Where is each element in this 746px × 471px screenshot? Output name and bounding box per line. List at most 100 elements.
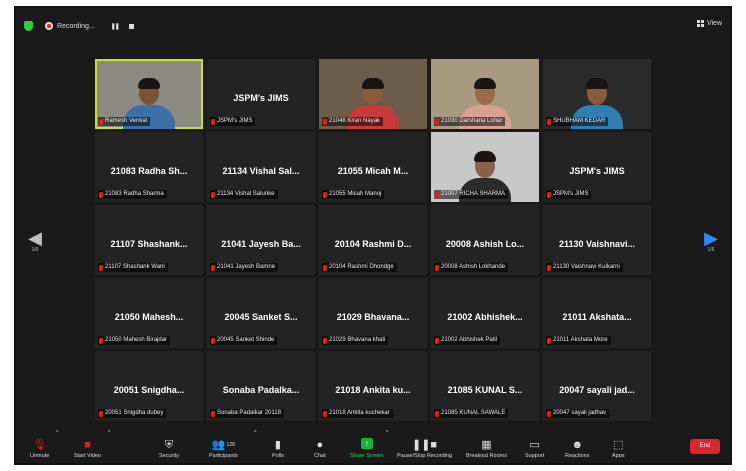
participant-tile[interactable]: 21134 Vishal Sal... 21134 Vishal Salunke — [207, 132, 315, 202]
muted-mic-icon — [323, 264, 327, 271]
participants-button[interactable]: 👥128 Participants — [209, 438, 238, 459]
participant-name-tag: 21134 Vishal Salunke — [210, 190, 278, 199]
top-bar: Recording... ❚❚ View — [16, 8, 730, 44]
participant-tile[interactable]: SHUBHAM KEDAR — [543, 59, 651, 129]
pause-recording-icon[interactable]: ❚❚ — [111, 23, 120, 30]
security-button[interactable]: ⛨ Security — [159, 438, 179, 459]
muted-mic-icon — [211, 191, 215, 198]
muted-mic-icon — [99, 118, 103, 125]
participant-display-name: 20045 Sanket S... — [224, 312, 298, 322]
muted-mic-icon — [99, 264, 103, 271]
participant-tile[interactable]: JSPM's JIMS JSPM's JIMS — [207, 59, 315, 129]
participant-tile[interactable]: 21041 Jayesh Ba... 21041 Jayesh Bamne — [207, 205, 315, 275]
participant-display-name: JSPM's JIMS — [569, 166, 625, 176]
participant-display-name: 20104 Rashmi D... — [334, 239, 412, 249]
participant-name-label: 20045 Sanket Shinde — [217, 337, 275, 343]
participant-tile[interactable]: JSPM's JIMS JSPM's JIMS — [543, 132, 651, 202]
video-options-caret[interactable]: ^ — [108, 430, 110, 436]
chat-button[interactable]: ● Chat — [314, 438, 326, 459]
start-video-button[interactable]: ■ Start Video — [74, 438, 101, 459]
muted-mic-icon — [435, 337, 439, 344]
participant-tile[interactable]: 21050 Mahesh... 21050 Mahesh Birajdar — [95, 278, 203, 348]
start-video-label: Start Video — [74, 453, 102, 459]
view-button[interactable]: View — [696, 20, 722, 27]
support-button[interactable]: ▭ Support — [525, 438, 544, 459]
participant-tile[interactable]: 21130 Vaishnavi... 21130 Vaishnavi Kulkar… — [543, 205, 651, 275]
participant-name-label: 21085 KUNAL SAWALE — [441, 410, 506, 416]
participant-display-name: 21050 Mahesh... — [114, 312, 184, 322]
page-indicator-right: 1/6 — [707, 247, 715, 253]
participant-name-tag: 21083 Radha Sharma — [98, 190, 167, 199]
participant-display-name: 21002 Abhishek... — [447, 312, 523, 322]
muted-mic-icon — [99, 410, 103, 417]
apps-label: Apps — [612, 453, 625, 459]
muted-mic-icon — [211, 264, 215, 271]
participant-name-label: Sonaba Padalkar 20118 — [217, 410, 281, 416]
share-options-caret[interactable]: ^ — [386, 430, 388, 436]
participant-display-name: 21085 KUNAL S... — [447, 385, 523, 395]
participant-name-tag: SHUBHAM KEDAR — [546, 117, 609, 126]
participant-tile[interactable]: 20045 Sanket S... 20045 Sanket Shinde — [207, 278, 315, 348]
participant-tile[interactable]: 20008 Ashish Lo... 20008 Ashish Lokhande — [431, 205, 539, 275]
view-label: View — [706, 20, 722, 27]
participant-name-tag: JSPM's JIMS — [546, 190, 592, 199]
security-label: Security — [159, 453, 179, 459]
participant-tile[interactable]: 21007 RICHA SHARMA — [431, 132, 539, 202]
page-indicator-left: 1/6 — [31, 247, 39, 253]
participant-tile[interactable]: 20047 sayali jad... 20047 sayali jadhav — [543, 351, 651, 421]
participant-tile[interactable]: 21011 Akshata... 21011 Akshata More — [543, 278, 651, 348]
previous-page-button[interactable]: ◀ 1/6 — [25, 229, 45, 253]
participant-name-label: 21007 RICHA SHARMA — [441, 191, 506, 197]
participant-name-tag: 20104 Rashmi Dhondge — [322, 263, 397, 272]
breakout-rooms-button[interactable]: ▦ Breakout Rooms — [466, 438, 507, 459]
muted-mic-icon — [99, 337, 103, 344]
apps-button[interactable]: ⬚ Apps — [612, 438, 625, 459]
participant-name-tag: 21130 Vaishnavi Kulkarni — [546, 263, 623, 272]
participant-tile[interactable]: 21055 Micah M... 21055 Micah Manoj — [319, 132, 427, 202]
participants-options-caret[interactable]: ^ — [254, 430, 256, 436]
participant-tile[interactable]: 21107 Shashank... 21107 Shashank Wani — [95, 205, 203, 275]
participant-tile[interactable]: Sonaba Padalka... Sonaba Padalkar 20118 — [207, 351, 315, 421]
participant-gallery: Ramesh Venkat JSPM's JIMS JSPM's JIMS 21048… — [95, 59, 651, 424]
muted-mic-icon — [547, 337, 551, 344]
participant-tile[interactable]: 21048 Kiran Nayak — [319, 59, 427, 129]
participant-name-tag: 21007 RICHA SHARMA — [434, 190, 509, 199]
participant-tile[interactable]: 21018 Ankita ku... 21018 Ankita kuchekar — [319, 351, 427, 421]
end-meeting-button[interactable]: End — [690, 439, 720, 454]
participant-tile[interactable]: 21083 Radha Sh... 21083 Radha Sharma — [95, 132, 203, 202]
polls-button[interactable]: ▮ Polls — [272, 438, 284, 459]
participant-tile[interactable]: 21002 Abhishek... 21002 Abhishek Patil — [431, 278, 539, 348]
participant-name-label: 20047 sayali jadhav — [553, 410, 607, 416]
polls-icon: ▮ — [274, 439, 281, 451]
pause-stop-recording-button[interactable]: ❚❚■ Pause/Stop Recording — [397, 438, 452, 459]
audio-options-caret[interactable]: ^ — [56, 430, 58, 436]
participant-name-label: 21018 Ankita kuchekar — [329, 410, 390, 416]
muted-mic-icon — [435, 410, 439, 417]
participant-name-label: 21011 Akshata More — [553, 337, 608, 343]
breakout-rooms-icon: ▦ — [481, 439, 492, 451]
participant-display-name: 21083 Radha Sh... — [110, 166, 188, 176]
participant-name-tag: 21048 Kiran Nayak — [322, 117, 384, 126]
reactions-button[interactable]: ☻ Reactions — [565, 438, 589, 459]
muted-mic-icon — [435, 191, 439, 198]
chat-bubble-icon: ● — [316, 439, 324, 451]
next-page-button[interactable]: ▶ 1/6 — [701, 229, 721, 253]
participant-name-label: 21029 Bhavana khati — [329, 337, 386, 343]
participant-name-tag: 21030 Darshana Lohar — [434, 117, 506, 126]
participant-tile[interactable]: 21030 Darshana Lohar — [431, 59, 539, 129]
stop-recording-icon[interactable] — [128, 23, 134, 29]
pause-stop-icon: ❚❚■ — [411, 439, 438, 451]
unmute-button[interactable]: 🎙 Unmute — [30, 438, 49, 459]
muted-mic-icon — [211, 337, 215, 344]
share-screen-button[interactable]: ↑ Share Screen — [350, 438, 384, 459]
muted-mic-icon — [323, 410, 327, 417]
participant-tile[interactable]: 20104 Rashmi D... 20104 Rashmi Dhondge — [319, 205, 427, 275]
participant-tile[interactable]: 21085 KUNAL S... 21085 KUNAL SAWALE — [431, 351, 539, 421]
participant-name-label: Ramesh Venkat — [105, 118, 148, 124]
participant-tile[interactable]: 20051 Snigdha... 20051 Snigdha dubey — [95, 351, 203, 421]
shield-icon[interactable] — [24, 21, 33, 31]
participant-tile[interactable]: 21029 Bhavana... 21029 Bhavana khati — [319, 278, 427, 348]
participant-tile[interactable]: Ramesh Venkat — [95, 59, 203, 129]
participants-label: Participants — [209, 453, 238, 459]
participants-icon: 👥128 — [211, 439, 235, 451]
